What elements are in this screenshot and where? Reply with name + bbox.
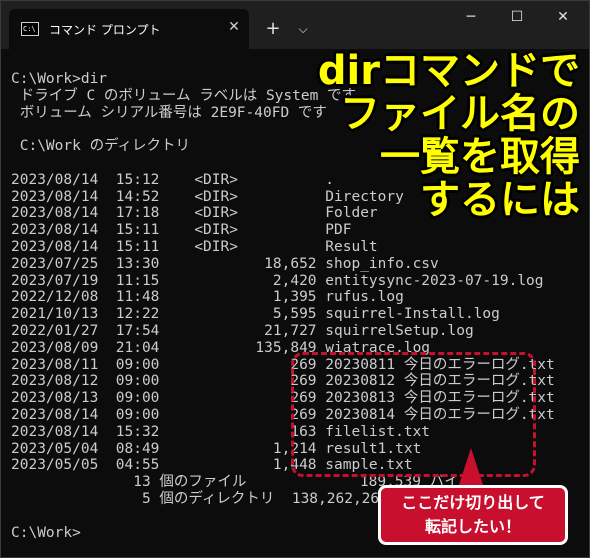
overlay-title-line: dirコマンドで	[317, 48, 580, 94]
overlay-title: dirコマンドで ファイル名の 一覧を取得 するには	[250, 50, 580, 222]
terminal-line: 2023/07/19 11:15 2,420 entitysync-2023-0…	[11, 272, 544, 289]
terminal-line: 2022/12/08 11:48 1,395 rufus.log	[11, 289, 404, 306]
terminal-line: 2021/10/13 12:22 5,595 squirrel-Install.…	[11, 306, 500, 323]
overlay-title-line: ファイル名の	[340, 91, 580, 137]
terminal-line: 2022/01/27 17:54 21,727 squirrelSetup.lo…	[11, 323, 474, 339]
highlight-box	[291, 352, 536, 477]
maximize-button[interactable]: ☐	[495, 9, 539, 39]
tab-command-prompt[interactable]: C:\ コマンド プロンプト ✕	[9, 9, 249, 49]
overlay-title-line: 一覧を取得	[380, 134, 580, 180]
callout-line: 転記したい！	[424, 517, 521, 536]
terminal-line: 2023/08/14 15:11 <DIR> Result	[11, 239, 378, 255]
terminal-line: C:\Work>	[11, 524, 81, 541]
callout-annotation: ここだけ切り出して 転記したい！	[378, 485, 568, 545]
new-tab-button[interactable]: +	[263, 19, 283, 39]
overlay-title-line: するには	[420, 177, 580, 223]
title-bar: C:\ コマンド プロンプト ✕ + ⌵ ─ ☐ ✕	[1, 1, 589, 49]
terminal-line: 2023/08/14 15:11 <DIR> PDF	[11, 222, 352, 239]
terminal-line: 2023/07/25 13:30 18,652 shop_info.csv	[11, 255, 439, 272]
terminal-line: C:\Work のディレクトリ	[11, 138, 191, 155]
command-prompt-icon: C:\	[21, 22, 39, 36]
tab-close-icon[interactable]: ✕	[225, 17, 243, 37]
tab-dropdown-chevron-icon[interactable]: ⌵	[293, 19, 313, 39]
terminal-line: C:\Work>dir	[11, 71, 108, 87]
tab-title: コマンド プロンプト	[49, 23, 161, 37]
close-window-button[interactable]: ✕	[541, 9, 585, 39]
callout-line: ここだけ切り出して	[401, 493, 545, 512]
minimize-button[interactable]: ─	[449, 9, 493, 39]
callout-pointer	[458, 448, 484, 488]
